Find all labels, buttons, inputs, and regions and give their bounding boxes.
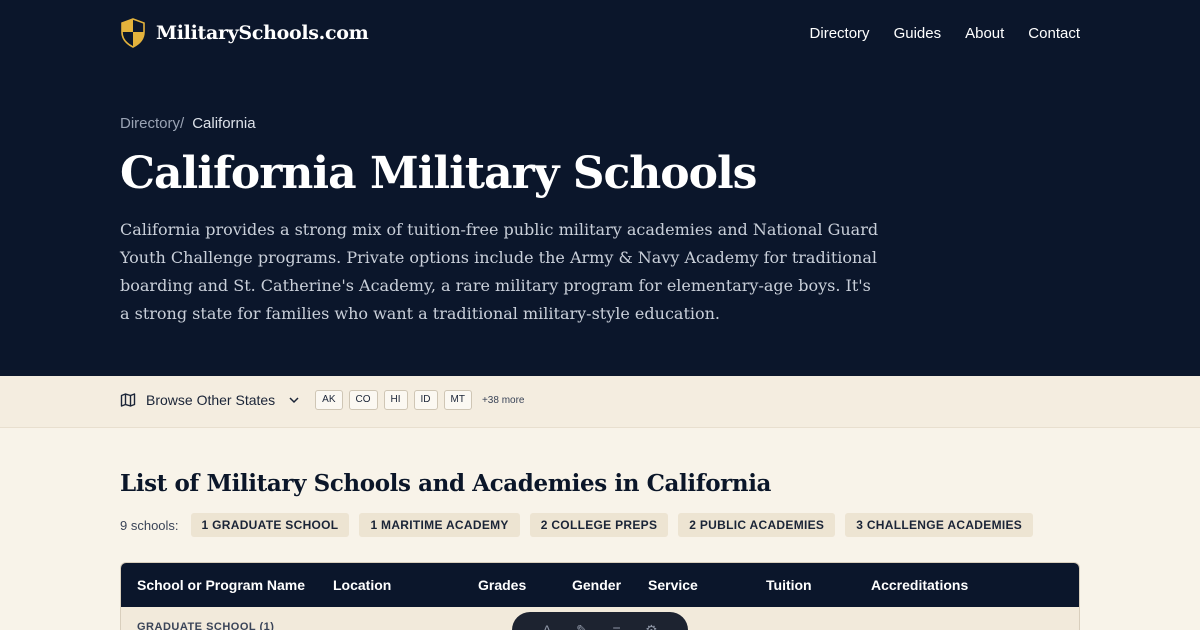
browse-states-bar: Browse Other States AK CO HI ID MT +38 m… [0, 376, 1200, 428]
toolbar-a-icon[interactable]: A [542, 622, 551, 630]
filter-chip-graduate[interactable]: 1 GRADUATE SCHOOL [190, 513, 350, 537]
column-header-tuition[interactable]: Tuition [766, 577, 812, 593]
breadcrumb-current: California [192, 115, 256, 132]
browse-states-label[interactable]: Browse Other States [146, 392, 275, 408]
nav-link-guides[interactable]: Guides [894, 25, 942, 42]
nav-link-contact[interactable]: Contact [1028, 25, 1080, 42]
hero-section: MilitarySchools.com Directory Guides Abo… [0, 0, 1200, 376]
column-header-accreditations[interactable]: Accreditations [871, 577, 968, 593]
filter-chip-challenge[interactable]: 3 CHALLENGE ACADEMIES [845, 513, 1034, 537]
page-title: California Military Schools [120, 148, 757, 199]
toolbar-list-icon[interactable]: ≡ [612, 622, 620, 630]
top-nav: MilitarySchools.com Directory Guides Abo… [120, 16, 1080, 50]
filter-chip-maritime[interactable]: 1 MARITIME ACADEMY [359, 513, 520, 537]
chevron-down-icon[interactable] [287, 393, 301, 407]
shield-logo-icon [121, 18, 145, 48]
state-chip-mt[interactable]: MT [443, 390, 472, 410]
state-chip-co[interactable]: CO [348, 390, 378, 410]
state-chip-hi[interactable]: HI [383, 390, 408, 410]
school-count-label: 9 schools: [120, 517, 179, 533]
list-title: List of Military Schools and Academies i… [120, 470, 772, 497]
filter-chip-college-prep[interactable]: 2 COLLEGE PREPS [529, 513, 669, 537]
breadcrumb: Directory/ California [120, 115, 256, 132]
column-header-gender[interactable]: Gender [572, 577, 621, 593]
column-header-name[interactable]: School or Program Name [137, 577, 305, 593]
site-logo[interactable]: MilitarySchools.com [120, 18, 369, 48]
column-header-grades[interactable]: Grades [478, 577, 526, 593]
nav-link-about[interactable]: About [965, 25, 1004, 42]
toolbar-gear-icon[interactable]: ⚙ [645, 622, 658, 630]
school-counts: 9 schools: 1 GRADUATE SCHOOL 1 MARITIME … [120, 513, 1034, 537]
logo-text: MilitarySchools.com [156, 22, 369, 44]
state-chip-id[interactable]: ID [413, 390, 438, 410]
map-icon [120, 393, 136, 407]
filter-chip-public[interactable]: 2 PUBLIC ACADEMIES [678, 513, 836, 537]
floating-toolbar[interactable]: A ✎ ≡ ⚙ [512, 612, 688, 630]
intro-paragraph: California provides a strong mix of tuit… [120, 220, 879, 323]
nav-links: Directory Guides About Contact [810, 25, 1080, 42]
group-label: GRADUATE SCHOOL (1) [137, 621, 275, 630]
table-header: School or Program Name Location Grades G… [121, 563, 1079, 607]
nav-link-directory[interactable]: Directory [810, 25, 870, 42]
more-states-link[interactable]: +38 more [482, 395, 525, 406]
column-header-service[interactable]: Service [648, 577, 698, 593]
toolbar-edit-icon[interactable]: ✎ [576, 622, 588, 630]
breadcrumb-directory[interactable]: Directory/ [120, 115, 184, 132]
state-chip-ak[interactable]: AK [315, 390, 343, 410]
browse-states-row: Browse Other States AK CO HI ID MT +38 m… [120, 390, 525, 410]
column-header-location[interactable]: Location [333, 577, 391, 593]
